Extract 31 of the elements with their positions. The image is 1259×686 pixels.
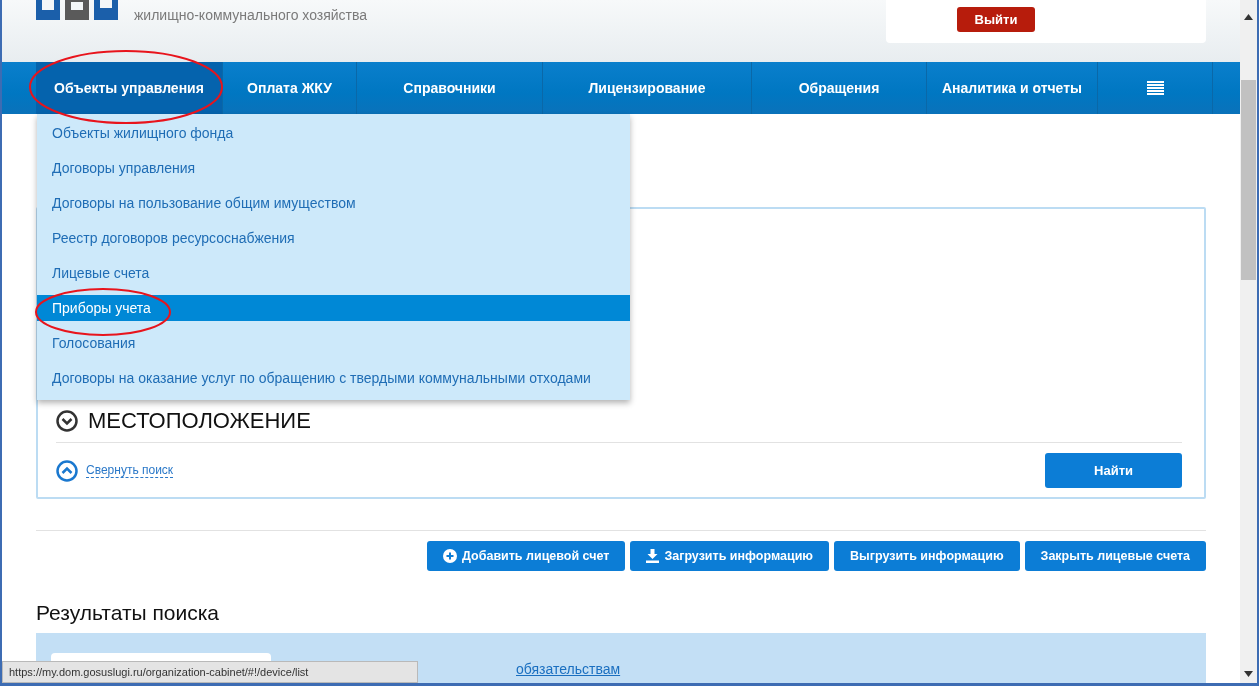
dropdown-item[interactable]: Договоры на пользование общим имуществом xyxy=(37,190,630,216)
menu-tab[interactable]: Обращения xyxy=(752,62,927,114)
logout-button[interactable]: Выйти xyxy=(957,7,1035,32)
dropdown-item[interactable]: Голосования xyxy=(37,330,630,356)
collapse-search-link[interactable]: Свернуть поиск xyxy=(86,463,174,478)
menu-tab[interactable]: Аналитика и отчеты xyxy=(927,62,1098,114)
menu-icon[interactable] xyxy=(1146,81,1164,95)
system-title: жилищно-коммунального хозяйства xyxy=(134,7,368,23)
section-title: МЕСТОПОЛОЖЕНИЕ xyxy=(88,408,311,434)
dropdown-item[interactable]: Объекты жилищного фонда xyxy=(37,120,630,146)
results-link[interactable]: обязательствам xyxy=(516,661,621,677)
chevron-down-icon[interactable] xyxy=(56,410,78,432)
action-button[interactable]: Выгрузить информацию xyxy=(834,541,1020,571)
dropdown-item[interactable]: Договоры управления xyxy=(37,155,630,181)
menu-tab[interactable]: Объекты управления xyxy=(36,62,223,114)
download-icon xyxy=(646,549,660,563)
dropdown-item[interactable]: Лицевые счета xyxy=(37,260,630,286)
action-button[interactable]: Загрузить информацию xyxy=(630,541,830,571)
find-button[interactable]: Найти xyxy=(1045,453,1182,488)
status-url-tooltip: https://my.dom.gosuslugi.ru/organization-cabinet/#!/device/list xyxy=(2,661,418,683)
action-button[interactable]: Закрыть лицевые счета xyxy=(1024,541,1206,571)
dropdown-item[interactable]: Реестр договоров ресурсоснабжения xyxy=(37,225,630,251)
scrollbar[interactable] xyxy=(1240,0,1257,683)
results-title: Результаты поиска xyxy=(36,601,221,625)
scroll-down-icon[interactable] xyxy=(1244,671,1253,677)
dropdown-item[interactable]: Договоры на оказание услуг по обращению с твердыми коммунальными отходами xyxy=(37,365,630,391)
plus-icon xyxy=(443,549,457,563)
scroll-up-icon[interactable] xyxy=(1244,14,1253,20)
dropdown-item[interactable]: Приборы учета xyxy=(37,295,630,321)
action-button[interactable]: Добавить лицевой счет xyxy=(427,541,626,571)
chevron-up-icon[interactable] xyxy=(56,459,78,482)
